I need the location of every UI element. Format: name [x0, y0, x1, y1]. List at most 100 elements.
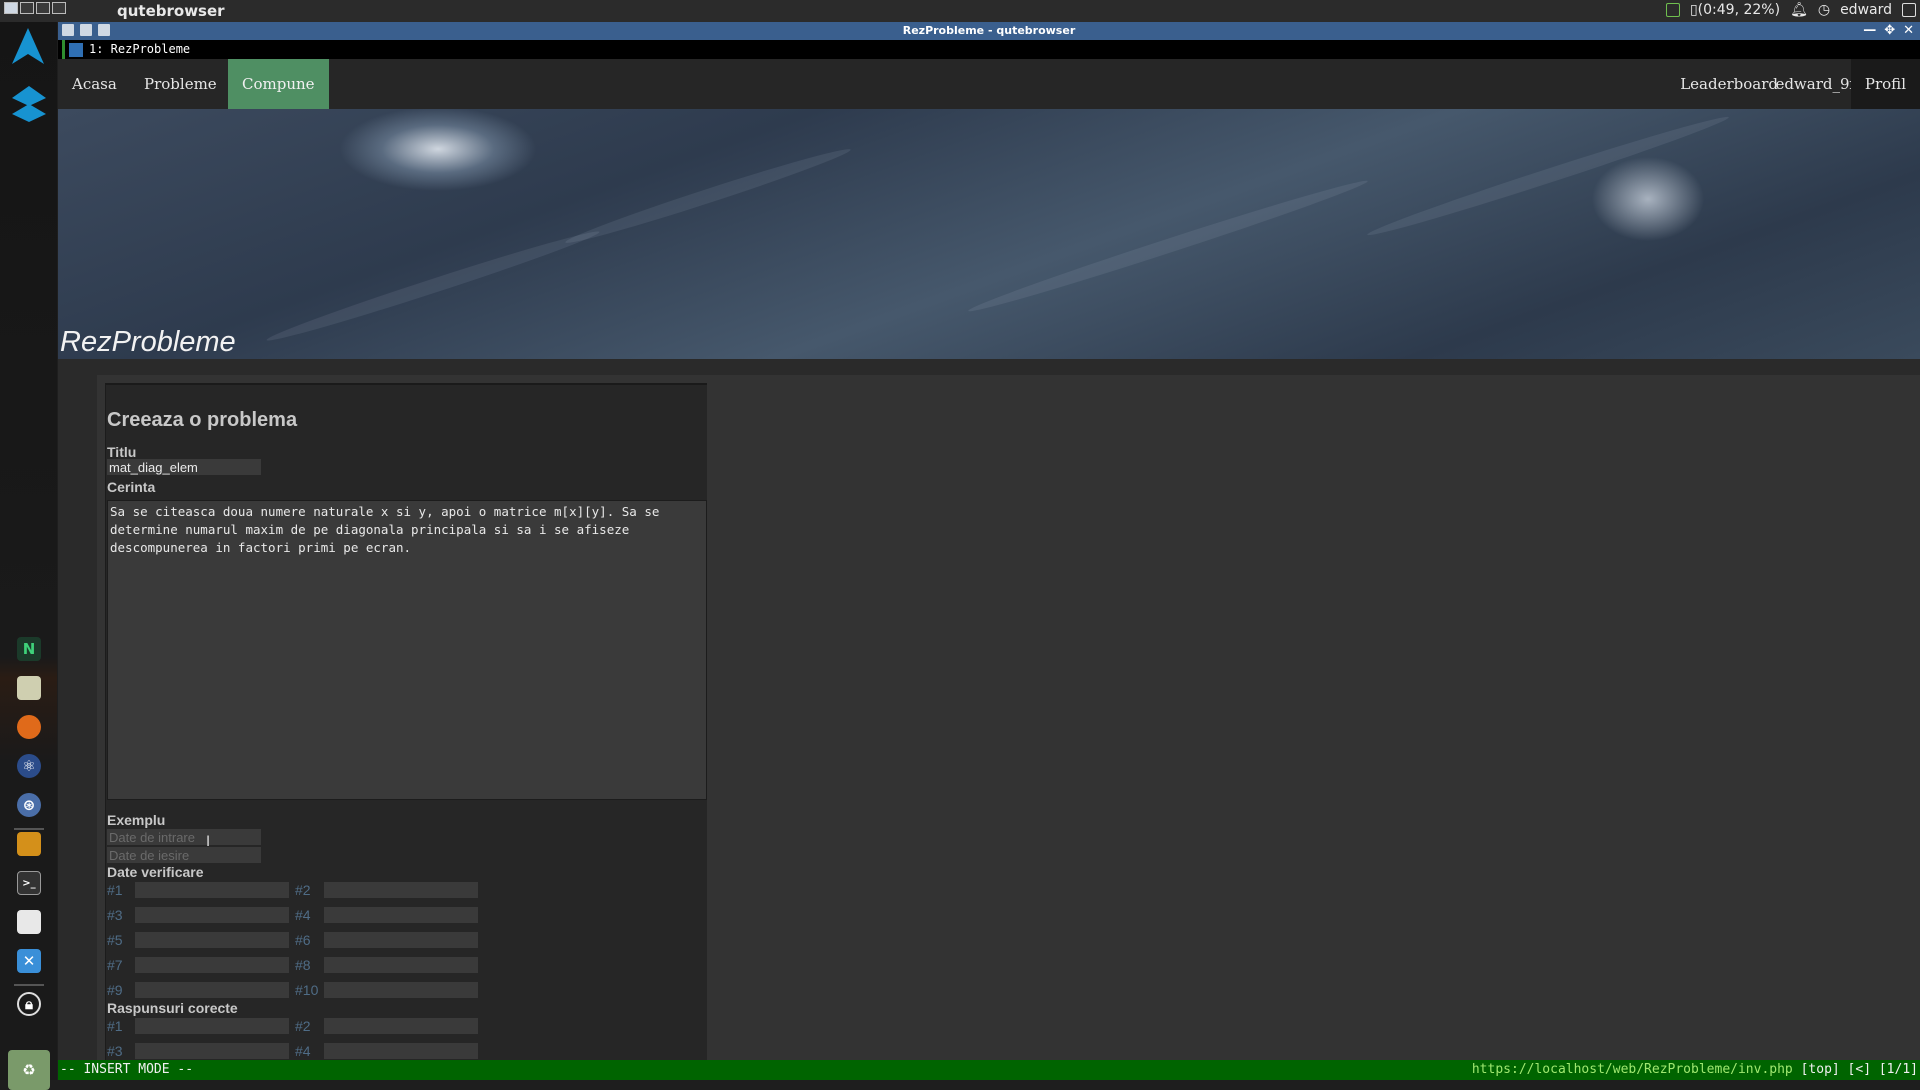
- tab-bar: 1: RezProbleme: [58, 40, 1920, 59]
- test-data-field[interactable]: [324, 907, 478, 923]
- test-data-number: #3: [107, 907, 123, 923]
- workspace-3[interactable]: [36, 2, 50, 14]
- title-label: Titlu: [107, 444, 137, 460]
- active-app-name: qutebrowser: [117, 2, 225, 20]
- test-data-number: #6: [295, 932, 311, 948]
- test-data-number: #1: [107, 882, 123, 898]
- answer-number: #2: [295, 1018, 311, 1034]
- cloud-streak: [966, 174, 1370, 318]
- text-cursor-icon: Ⅰ: [206, 834, 211, 850]
- tab-label: 1: RezProbleme: [89, 42, 191, 56]
- nvidia-app-icon[interactable]: N: [17, 637, 41, 661]
- window-title-bar[interactable]: RezProbleme - qutebrowser — ✥ ✕: [58, 22, 1920, 40]
- atom-icon[interactable]: ⚛: [17, 754, 41, 778]
- test-data-field[interactable]: [324, 982, 478, 998]
- cloud-streak: [1365, 110, 1731, 242]
- form-heading: Creeaza o problema: [107, 409, 298, 431]
- test-data-number: #9: [107, 982, 123, 998]
- example-output-field[interactable]: [107, 847, 261, 863]
- xfce-mouse-icon[interactable]: [10, 84, 48, 124]
- example-label: Exemplu: [107, 812, 166, 828]
- answer-field[interactable]: [135, 1043, 289, 1059]
- workspace-4[interactable]: [52, 2, 66, 14]
- scroll-position: [top] [<] [1/1]: [1800, 1062, 1918, 1077]
- test-data-field[interactable]: [324, 882, 478, 898]
- battery-text: (0:49, 22%): [1697, 2, 1781, 18]
- file-manager-icon[interactable]: [17, 676, 41, 700]
- answer-field[interactable]: [324, 1018, 478, 1034]
- create-problem-form: Creeaza o problema Titlu Cerinta Exemplu…: [105, 383, 707, 1060]
- test-data-number: #8: [295, 957, 311, 973]
- clock-icon[interactable]: ◷: [1818, 2, 1830, 18]
- test-data-field[interactable]: [324, 957, 478, 973]
- test-data-field[interactable]: [135, 907, 289, 923]
- answers-label: Raspunsuri corecte: [107, 1000, 238, 1016]
- trash-icon[interactable]: ♻: [8, 1050, 50, 1090]
- window-title: RezProbleme - qutebrowser: [902, 24, 1076, 37]
- battery-status[interactable]: ▯(0:49, 22%): [1690, 2, 1780, 18]
- test-data-number: #7: [107, 957, 123, 973]
- terminal-icon[interactable]: >_: [17, 871, 41, 895]
- answer-number: #1: [107, 1018, 123, 1034]
- site-navbar: Acasa Probleme Compune Leaderboard edwar…: [58, 59, 1920, 109]
- test-data-field[interactable]: [135, 882, 289, 898]
- hero-banner: RezProbleme: [58, 109, 1920, 359]
- close-icon[interactable]: ✕: [1903, 22, 1914, 40]
- test-data-field[interactable]: [135, 957, 289, 973]
- site-title: RezProbleme: [60, 326, 236, 358]
- qutebrowser-icon[interactable]: ⊛: [17, 793, 41, 817]
- nav-compune[interactable]: Compune: [228, 59, 329, 109]
- test-data-number: #5: [107, 932, 123, 948]
- pin-icon[interactable]: [80, 24, 92, 36]
- answer-number: #3: [107, 1043, 123, 1059]
- username-label: edward_9x: [1775, 75, 1858, 93]
- status-bar: -- INSERT MODE -- https://localhost/web/…: [58, 1060, 1920, 1080]
- statement-textarea[interactable]: [107, 500, 707, 800]
- workspace-switcher[interactable]: [4, 2, 66, 14]
- content-area: Creeaza o problema Titlu Cerinta Exemplu…: [97, 375, 1920, 1060]
- dock-separator: [14, 828, 44, 830]
- nav-probleme[interactable]: Probleme: [130, 59, 231, 109]
- workspace-1[interactable]: [4, 2, 18, 14]
- nav-profil[interactable]: Profil: [1850, 59, 1920, 109]
- application-dock: N ⚛ ⊛ >_ ✕ 🔒︎ ♻: [0, 22, 57, 1090]
- answer-field[interactable]: [324, 1043, 478, 1059]
- minimize-icon[interactable]: —: [1863, 22, 1876, 40]
- network-icon[interactable]: [1665, 3, 1680, 17]
- test-data-field[interactable]: [324, 932, 478, 948]
- title-input[interactable]: [107, 459, 261, 475]
- notification-bell-icon[interactable]: 🔔︎: [1790, 2, 1808, 18]
- cloud-streak: [264, 225, 602, 347]
- user-name[interactable]: edward: [1840, 2, 1892, 18]
- notes-icon[interactable]: [17, 832, 41, 856]
- web-page: Acasa Probleme Compune Leaderboard edwar…: [58, 59, 1920, 1060]
- tab-rezprobleme[interactable]: 1: RezProbleme: [62, 40, 190, 59]
- workspace-2[interactable]: [20, 2, 34, 14]
- favicon-icon: [69, 42, 83, 57]
- test-data-number: #4: [295, 907, 311, 923]
- cloud-streak: [563, 142, 853, 250]
- remote-desktop-icon[interactable]: ✕: [17, 949, 41, 973]
- nav-acasa[interactable]: Acasa: [58, 59, 131, 109]
- system-top-panel: qutebrowser ▯(0:49, 22%) 🔔︎ ◷ edward: [0, 0, 1920, 22]
- test-data-number: #10: [295, 982, 319, 998]
- lock-icon[interactable]: 🔒︎: [17, 992, 41, 1016]
- arch-logo-icon[interactable]: [8, 26, 48, 70]
- statement-label: Cerinta: [107, 479, 156, 495]
- window-icon[interactable]: [17, 910, 41, 934]
- status-right: https://localhost/web/RezProbleme/inv.ph…: [1472, 1060, 1918, 1080]
- test-data-field[interactable]: [135, 932, 289, 948]
- blender-icon[interactable]: [17, 715, 41, 739]
- answer-field[interactable]: [135, 1018, 289, 1034]
- test-data-field[interactable]: [135, 982, 289, 998]
- answer-number: #4: [295, 1043, 311, 1059]
- status-url: https://localhost/web/RezProbleme/inv.ph…: [1471, 1062, 1793, 1077]
- example-input-field[interactable]: [107, 829, 261, 845]
- test-data-number: #2: [295, 882, 311, 898]
- maximize-icon[interactable]: ✥: [1884, 22, 1895, 40]
- test-data-label: Date verificare: [107, 864, 204, 880]
- layout-grid-icon[interactable]: [1902, 3, 1916, 17]
- shade-icon[interactable]: [98, 24, 110, 36]
- window-menu-icon[interactable]: [62, 24, 74, 36]
- mode-indicator: -- INSERT MODE --: [60, 1062, 194, 1077]
